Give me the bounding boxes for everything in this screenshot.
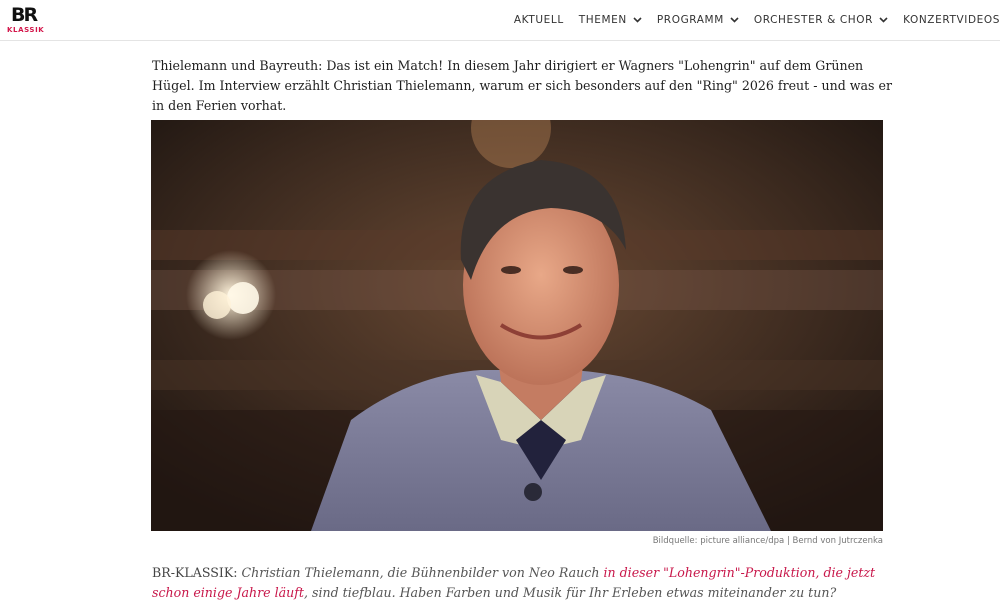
nav-item-themen[interactable]: THEMEN xyxy=(579,14,642,26)
chevron-down-icon xyxy=(633,17,642,23)
article-lead: Thielemann und Bayreuth: Das ist ein Mat… xyxy=(152,58,892,113)
nav-item-label: PROGRAMM xyxy=(656,14,724,26)
portrait-image xyxy=(151,120,883,531)
nav-item-aktuell[interactable]: AKTUELL xyxy=(514,14,564,26)
image-caption: Bildquelle: picture alliance/dpa | Bernd… xyxy=(652,536,883,546)
question-text-end: , sind tiefblau. Haben Farben und Musik … xyxy=(303,585,837,600)
article-photo[interactable] xyxy=(151,120,883,531)
logo-klassik-text: KLASSIK xyxy=(7,26,45,34)
nav-item-label: KONZERTVIDEOS xyxy=(903,14,1000,26)
question-text-start: Christian Thielemann, die Bühnenbilder v… xyxy=(241,565,600,580)
nav-item-programm[interactable]: PROGRAMM xyxy=(657,14,739,26)
main-nav: AKTUELL THEMEN PROGRAMM ORCHESTER & CHOR… xyxy=(499,0,1000,40)
nav-item-label: AKTUELL xyxy=(513,14,564,26)
nav-item-orchester-chor[interactable]: ORCHESTER & CHOR xyxy=(754,14,888,26)
br-klassik-logo[interactable]: BR KLASSIK xyxy=(7,4,47,37)
interview-question: BR-KLASSIK: Christian Thielemann, die Bü… xyxy=(152,563,892,603)
logo-br-text: BR xyxy=(11,4,38,26)
site-header: BR KLASSIK AKTUELL THEMEN PROGRAMM ORCHE… xyxy=(0,0,1000,41)
chevron-down-icon xyxy=(730,17,739,23)
nav-item-label: ORCHESTER & CHOR xyxy=(753,14,874,26)
nav-item-konzertvideos[interactable]: KONZERTVIDEOS xyxy=(903,14,1000,26)
nav-item-label: THEMEN xyxy=(578,14,627,26)
chevron-down-icon xyxy=(879,17,888,23)
interview-speaker: BR-KLASSIK: xyxy=(152,565,238,580)
